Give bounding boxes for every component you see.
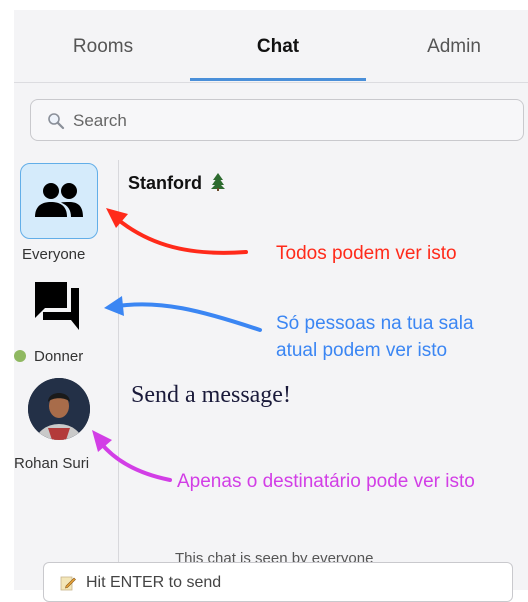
tab-rooms[interactable]: Rooms bbox=[48, 36, 158, 58]
search-box[interactable] bbox=[30, 99, 524, 141]
search-input[interactable] bbox=[71, 106, 515, 136]
tab-bar: Rooms Chat Admin bbox=[14, 10, 528, 83]
memo-icon bbox=[60, 576, 76, 591]
sidebar-item-donner[interactable]: Donner bbox=[14, 348, 83, 365]
app-panel: Rooms Chat Admin Everyone Donner bbox=[14, 10, 528, 602]
chat-bubbles-icon[interactable] bbox=[33, 280, 87, 332]
tab-chat[interactable]: Chat bbox=[190, 36, 366, 58]
annotation-room-line2: atual podem ver isto bbox=[276, 340, 448, 361]
room-title: Stanford bbox=[128, 173, 226, 194]
annotation-everyone: Todos podem ver isto bbox=[276, 243, 457, 264]
message-composer[interactable] bbox=[43, 562, 513, 602]
sidebar-item-label: Rohan Suri bbox=[14, 455, 90, 472]
sidebar-item-label: Donner bbox=[34, 348, 84, 365]
active-tab-indicator bbox=[190, 78, 366, 81]
tab-admin[interactable]: Admin bbox=[394, 36, 514, 58]
room-title-text: Stanford bbox=[128, 173, 202, 193]
sidebar-divider bbox=[118, 160, 119, 590]
sidebar-item-everyone[interactable] bbox=[20, 163, 98, 239]
pine-tree-icon bbox=[211, 173, 226, 191]
person-photo bbox=[28, 378, 90, 440]
tree-icon bbox=[14, 350, 26, 362]
annotation-room-line1: Só pessoas na tua sala bbox=[276, 313, 474, 334]
annotation-dm: Apenas o destinatário pode ver isto bbox=[177, 471, 475, 492]
message-input[interactable] bbox=[84, 569, 508, 597]
annotation-room: Só pessoas na tua sala atual podem ver i… bbox=[276, 310, 526, 364]
empty-chat-message: Send a message! bbox=[131, 382, 291, 408]
people-icon bbox=[35, 183, 83, 217]
sidebar-item-label: Everyone bbox=[22, 246, 86, 263]
avatar[interactable] bbox=[28, 378, 90, 440]
search-icon bbox=[48, 113, 65, 130]
